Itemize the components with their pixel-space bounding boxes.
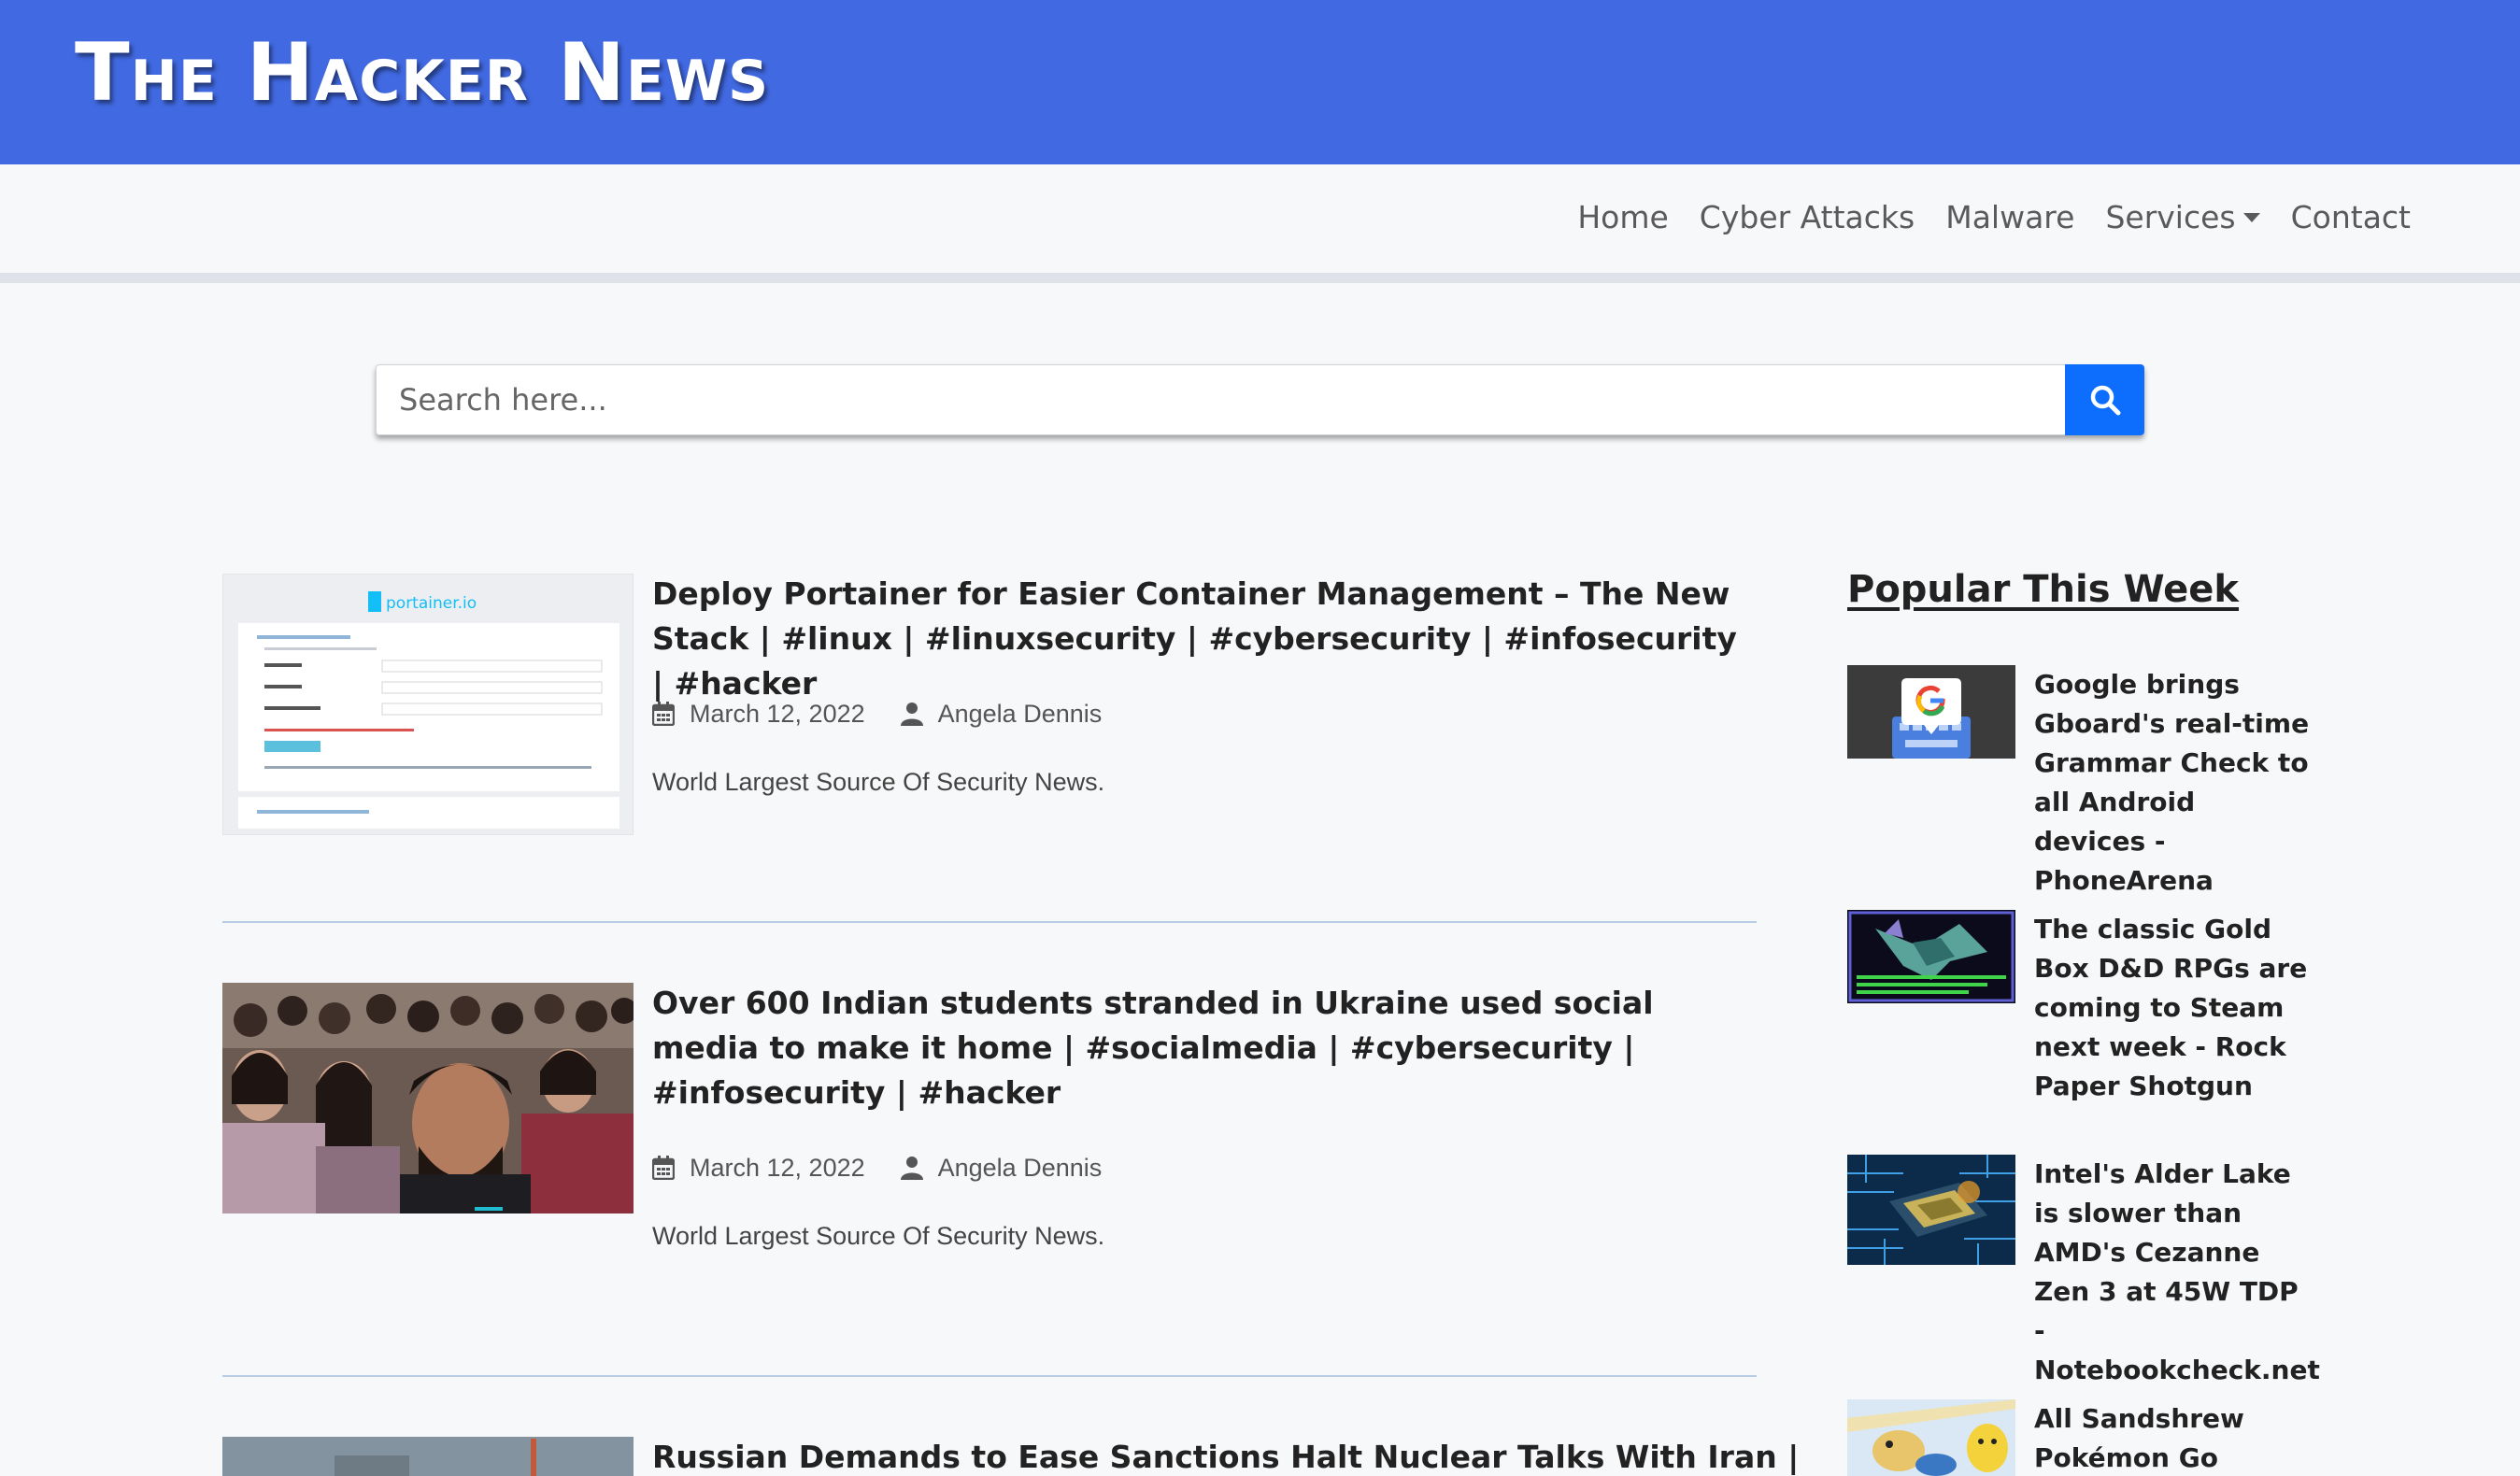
popular-title[interactable]: All Sandshrew Pokémon Go <box>2034 1399 2314 1476</box>
navbar: Home Cyber Attacks Malware Services Cont… <box>0 164 2520 273</box>
popular-thumbnail[interactable] <box>1847 910 2015 1003</box>
article-divider <box>222 921 1757 923</box>
nav-home[interactable]: Home <box>1577 199 1668 235</box>
user-icon <box>900 1156 925 1182</box>
popular-thumbnail[interactable] <box>1847 1399 2015 1476</box>
nav-services-label: Services <box>2105 198 2236 235</box>
search-button[interactable] <box>2065 364 2144 435</box>
students-photo-image <box>222 983 634 1213</box>
popular-thumbnail[interactable] <box>1847 1155 2015 1265</box>
article-title[interactable]: Deploy Portainer for Easier Container Ma… <box>652 572 1757 706</box>
nav-services-dropdown[interactable]: Services <box>2105 198 2260 235</box>
article-author-wrap: Angela Dennis <box>900 1154 1103 1183</box>
article-author[interactable]: Angela Dennis <box>938 1154 1103 1183</box>
gboard-image <box>1847 665 2015 759</box>
nuclear-talks-image <box>222 1437 634 1476</box>
user-icon <box>900 702 925 728</box>
article-thumbnail[interactable]: portainer.io <box>222 574 634 835</box>
search-icon <box>2090 385 2120 416</box>
popular-item: Intel's Alder Lake is slower than AMD's … <box>1847 1155 2320 1385</box>
popular-item: The classic Gold Box D&D RPGs are coming… <box>1847 910 2314 1115</box>
article-thumbnail[interactable] <box>222 983 634 1213</box>
main-nav: Home Cyber Attacks Malware Services Cont… <box>1546 192 2411 241</box>
article-date: March 12, 2022 <box>690 700 865 728</box>
navbar-divider <box>0 273 2520 283</box>
popular-item: All Sandshrew Pokémon Go <box>1847 1399 2314 1476</box>
article-author[interactable]: Angela Dennis <box>938 700 1103 729</box>
site-header: The Hacker News <box>0 0 2520 164</box>
article-author-wrap: Angela Dennis <box>900 700 1103 729</box>
popular-item: Google brings Gboard's real-time Grammar… <box>1847 665 2314 896</box>
article-card: portainer.io Deploy Portainer for Easier… <box>222 574 1757 844</box>
search-bar <box>376 364 2144 435</box>
nav-malware[interactable]: Malware <box>1945 199 2074 235</box>
article-title[interactable]: Russian Demands to Ease Sanctions Halt N… <box>652 1435 1799 1476</box>
search-input[interactable] <box>376 364 2065 435</box>
thumb-brand-text: portainer.io <box>386 594 477 613</box>
portainer-screenshot-image: portainer.io <box>223 575 633 834</box>
article-meta: March 12, 2022 Angela Dennis <box>652 1154 1102 1183</box>
nav-contact[interactable]: Contact <box>2291 199 2411 235</box>
article-meta: March 12, 2022 Angela Dennis <box>652 700 1102 729</box>
article-card: Russian Demands to Ease Sanctions Halt N… <box>222 1435 1799 1476</box>
nav-cyber-attacks[interactable]: Cyber Attacks <box>1700 199 1915 235</box>
article-thumbnail[interactable] <box>222 1437 634 1476</box>
pokemon-image <box>1847 1399 2015 1476</box>
popular-thumbnail[interactable] <box>1847 665 2015 759</box>
article-date: March 12, 2022 <box>690 1154 865 1182</box>
popular-title[interactable]: The classic Gold Box D&D RPGs are coming… <box>2034 910 2314 1106</box>
article-card: Over 600 Indian students stranded in Ukr… <box>222 983 1757 1263</box>
article-excerpt: World Largest Source Of Security News. <box>652 768 1105 796</box>
caret-down-icon <box>2242 213 2260 222</box>
article-divider <box>222 1375 1757 1377</box>
calendar-icon <box>652 1155 676 1182</box>
sidebar-title[interactable]: Popular This Week <box>1847 568 2239 611</box>
article-title[interactable]: Over 600 Indian students stranded in Ukr… <box>652 981 1757 1115</box>
popular-title[interactable]: Google brings Gboard's real-time Grammar… <box>2034 665 2314 901</box>
intel-chip-image <box>1847 1155 2015 1265</box>
popular-title[interactable]: Intel's Alder Lake is slower than AMD's … <box>2034 1155 2320 1390</box>
calendar-icon <box>652 701 676 728</box>
gold-box-rpg-image <box>1847 910 2015 1003</box>
article-excerpt: World Largest Source Of Security News. <box>652 1222 1105 1250</box>
site-logo[interactable]: The Hacker News <box>75 26 769 120</box>
